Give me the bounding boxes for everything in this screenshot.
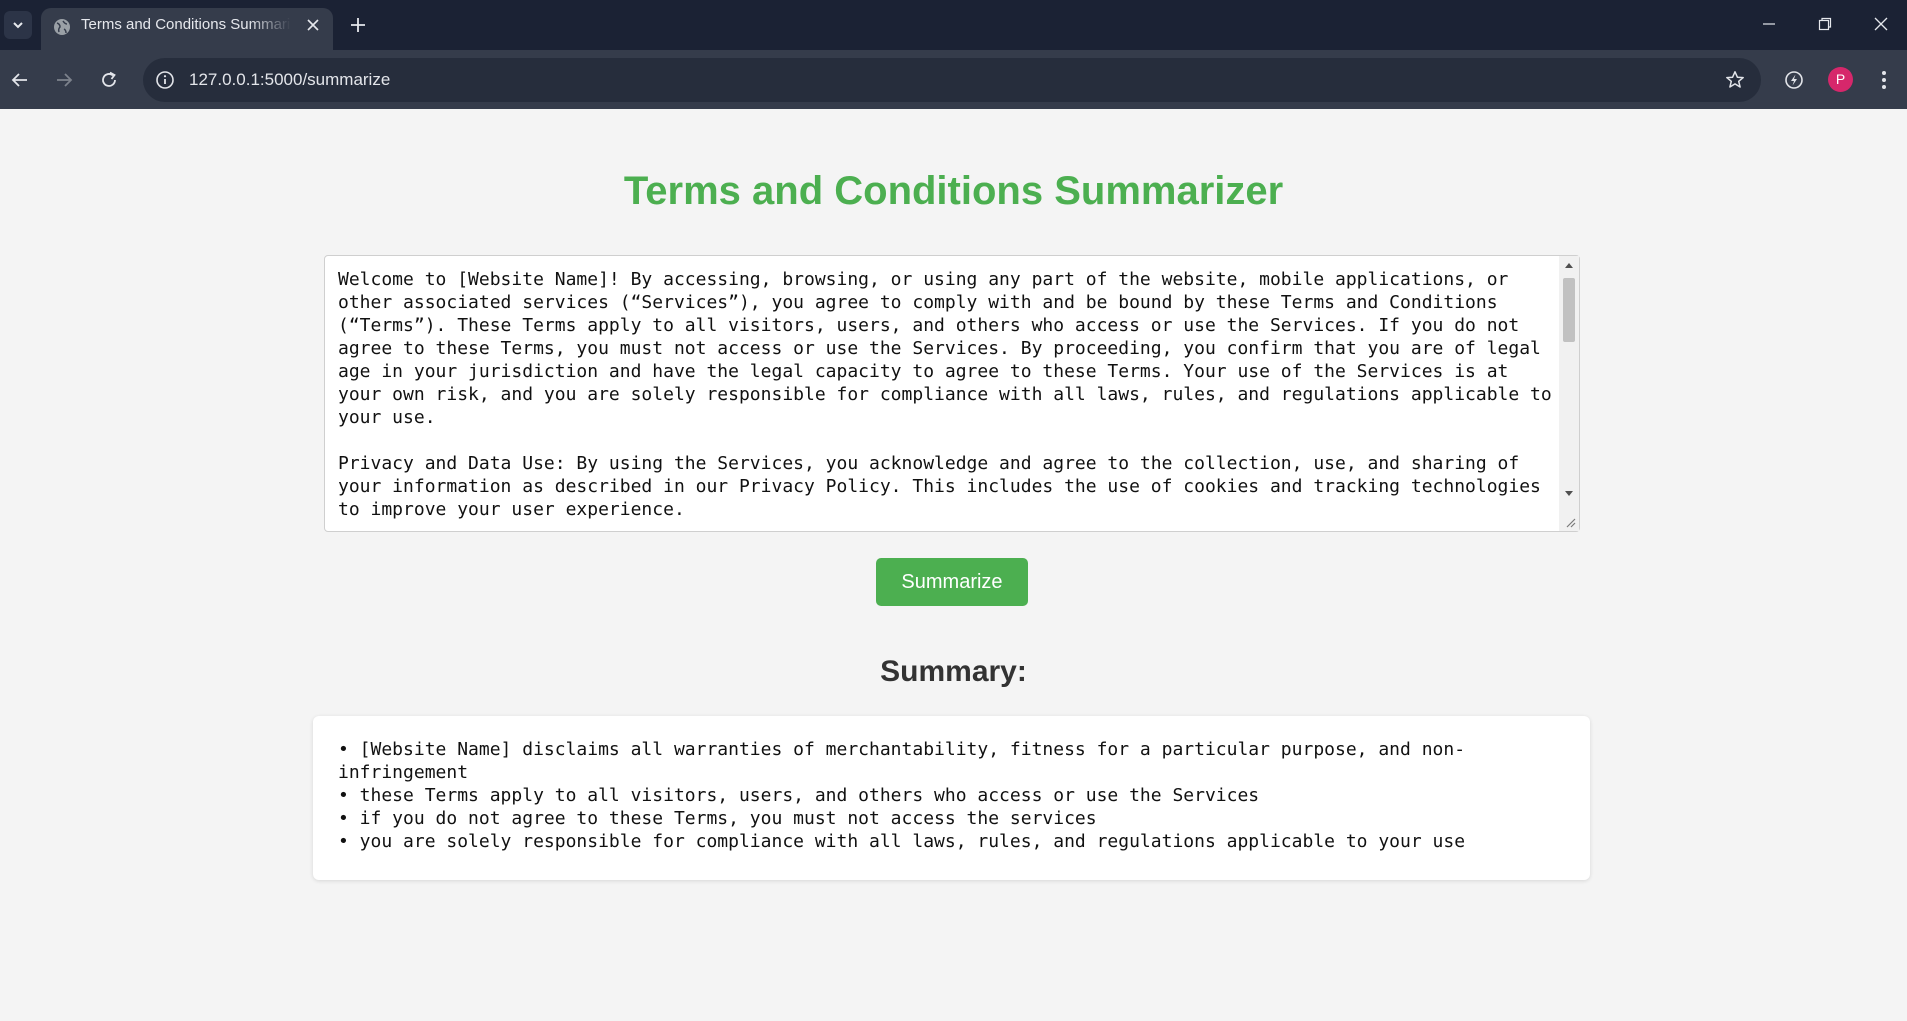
summary-item: • if you do not agree to these Terms, yo… <box>338 808 1097 829</box>
url-text: 127.0.0.1:5000/summarize <box>189 70 391 89</box>
resize-grip-icon[interactable] <box>1564 516 1576 528</box>
close-icon <box>307 19 319 31</box>
summary-item: • these Terms apply to all visitors, use… <box>338 785 1260 806</box>
scroll-down-arrow[interactable] <box>1559 487 1579 501</box>
profile-avatar[interactable]: P <box>1828 67 1853 92</box>
back-icon <box>11 73 27 87</box>
plus-icon <box>351 18 365 32</box>
reload-button[interactable] <box>93 64 125 96</box>
forward-icon <box>57 73 73 87</box>
summary-box: • [Website Name] disclaims all warrantie… <box>313 716 1590 880</box>
browser-toolbar: 127.0.0.1:5000/summarize P <box>0 50 1907 109</box>
tab-close-button[interactable] <box>303 15 323 35</box>
summary-list: • [Website Name] disclaims all warrantie… <box>338 738 1538 853</box>
tab-title: Terms and Conditions Summarizer <box>81 16 291 33</box>
restore-button[interactable] <box>1802 6 1848 42</box>
extension-button[interactable] <box>1778 64 1810 96</box>
summary-heading: Summary: <box>880 655 1027 688</box>
page-content: Terms and Conditions Summarizer Welcome … <box>0 109 1907 1021</box>
terms-textarea[interactable]: Welcome to [Website Name]! By accessing,… <box>324 255 1580 532</box>
restore-icon <box>1818 17 1832 31</box>
summary-item: • you are solely responsible for complia… <box>338 831 1466 852</box>
site-info-button[interactable] <box>153 68 177 92</box>
chevron-down-icon <box>13 22 23 29</box>
kebab-menu-icon <box>1882 71 1886 89</box>
page-title: Terms and Conditions Summarizer <box>623 169 1284 213</box>
summarize-button[interactable]: Summarize <box>876 558 1028 606</box>
bookmark-star-icon <box>1726 71 1744 88</box>
forward-button[interactable] <box>48 64 80 96</box>
new-tab-button[interactable] <box>344 11 372 39</box>
minimize-button[interactable] <box>1746 6 1792 42</box>
browser-menu-button[interactable] <box>1870 64 1898 96</box>
summary-item: • [Website Name] disclaims all warrantie… <box>338 739 1466 783</box>
browser-tab[interactable]: Terms and Conditions Summarizer <box>41 8 333 50</box>
arrow-down-icon <box>1565 491 1573 496</box>
arrow-up-icon <box>1565 263 1573 268</box>
back-button[interactable] <box>4 64 36 96</box>
scroll-up-arrow[interactable] <box>1559 258 1579 272</box>
globe-icon <box>54 19 70 35</box>
window-close-icon <box>1874 17 1888 31</box>
extension-icon <box>1785 71 1803 89</box>
window-close-button[interactable] <box>1858 6 1904 42</box>
reload-icon <box>102 71 116 87</box>
address-bar[interactable]: 127.0.0.1:5000/summarize <box>143 58 1761 102</box>
tab-search-button[interactable] <box>4 11 32 39</box>
textarea-scrollbar[interactable] <box>1559 256 1579 531</box>
bookmark-button[interactable] <box>1723 68 1747 92</box>
scrollbar-thumb[interactable] <box>1563 278 1575 342</box>
site-info-icon <box>156 71 174 89</box>
terms-textarea-text[interactable]: Welcome to [Website Name]! By accessing,… <box>338 268 1553 526</box>
minimize-icon <box>1763 23 1775 25</box>
tab-strip: Terms and Conditions Summarizer <box>0 0 1907 50</box>
